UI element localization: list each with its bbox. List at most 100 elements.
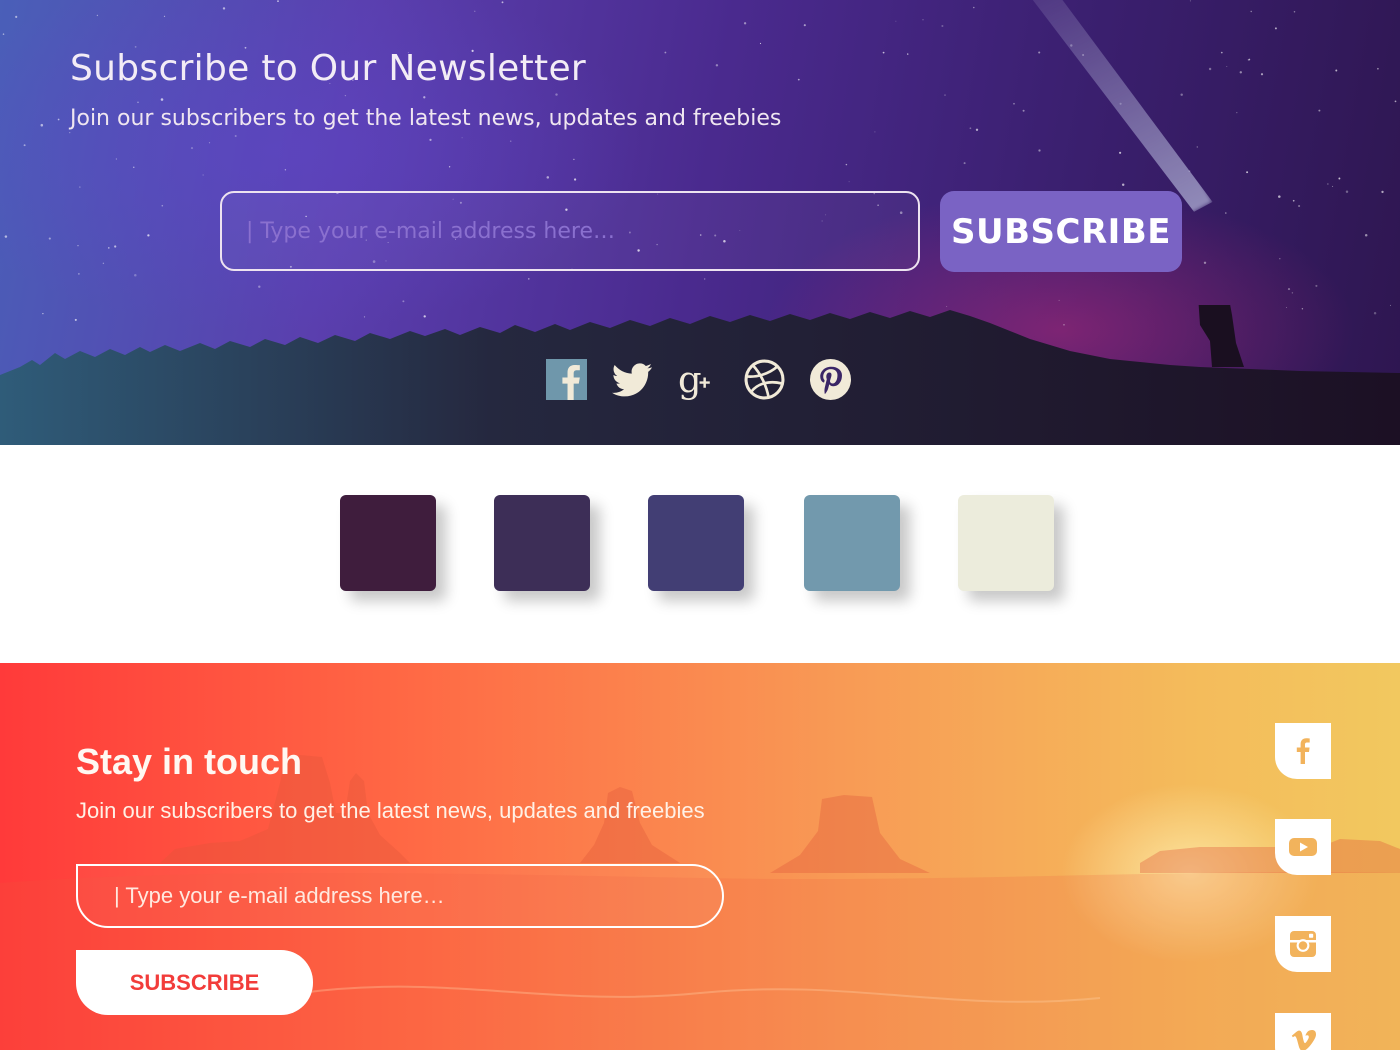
email-input[interactable] (76, 864, 724, 928)
instagram-tile[interactable] (1275, 916, 1331, 972)
star-dot (1338, 177, 1341, 180)
star-dot (1274, 27, 1277, 30)
color-swatch (648, 495, 744, 591)
star-dot (895, 20, 897, 22)
star-dot (1038, 149, 1041, 152)
star-dot (284, 169, 287, 171)
star-dot (1248, 58, 1251, 61)
social-links: g (546, 359, 851, 400)
star-dot (137, 101, 139, 104)
star-dot (1189, 0, 1191, 2)
youtube-tile[interactable] (1275, 819, 1331, 875)
star-dot (474, 10, 476, 12)
star-dot (1345, 190, 1349, 193)
star-dot (114, 245, 117, 248)
star-dot (1058, 299, 1060, 301)
star-dot (546, 176, 550, 179)
star-dot (528, 278, 530, 280)
google-plus-icon[interactable]: g (678, 359, 719, 400)
star-dot (1291, 292, 1294, 294)
star-dot (1225, 212, 1227, 214)
star-dot (147, 234, 150, 237)
star-dot (941, 24, 944, 28)
star-dot (96, 14, 99, 17)
star-dot (1038, 51, 1041, 54)
star-dot (555, 93, 558, 96)
star-dot (1278, 195, 1281, 198)
star-dot (1196, 146, 1199, 148)
star-dot (969, 127, 972, 130)
star-dot (1293, 10, 1296, 13)
subscribe-button[interactable]: SUBSCRIBE (76, 950, 313, 1015)
star-dot (163, 15, 166, 17)
star-dot (573, 158, 575, 161)
email-input[interactable] (220, 191, 920, 271)
facebook-icon[interactable] (546, 359, 587, 400)
star-dot (1246, 171, 1249, 174)
star-dot (715, 64, 719, 67)
instagram-icon (1290, 931, 1316, 957)
star-dot (108, 247, 110, 249)
star-dot (1208, 67, 1212, 71)
star-dot (1327, 183, 1329, 185)
newsletter-night-section: Subscribe to Our Newsletter Join our sub… (0, 0, 1400, 445)
star-dot (1364, 234, 1368, 237)
color-swatch (958, 495, 1054, 591)
star-dot (743, 22, 747, 25)
star-dot (1260, 73, 1264, 76)
color-swatch (494, 495, 590, 591)
star-dot (1332, 185, 1334, 187)
vimeo-icon (1291, 1029, 1316, 1050)
star-dot (1279, 258, 1281, 260)
pinterest-icon[interactable] (810, 359, 851, 400)
star-dot (77, 245, 79, 247)
star-dot (57, 118, 60, 121)
star-dot (40, 123, 44, 127)
star-dot (1119, 151, 1122, 154)
star-dot (461, 137, 463, 139)
star-dot (79, 186, 81, 188)
star-dot (222, 7, 226, 10)
facebook-tile[interactable] (1275, 723, 1331, 779)
star-dot (160, 98, 164, 101)
star-dot (922, 19, 924, 21)
star-dot (664, 51, 667, 54)
twitter-icon[interactable] (612, 359, 653, 400)
stay-in-touch-title: Stay in touch (76, 741, 303, 782)
star-dot (975, 128, 979, 131)
star-dot (102, 262, 105, 265)
star-dot (907, 53, 909, 55)
star-dot (1203, 261, 1207, 264)
star-dot (202, 174, 204, 176)
star-dot (1220, 51, 1223, 54)
star-dot (429, 138, 432, 142)
star-dot (190, 147, 194, 150)
color-swatch (804, 495, 900, 591)
star-dot (1022, 109, 1025, 112)
youtube-icon (1289, 838, 1317, 856)
star-dot (1394, 100, 1397, 103)
star-dot (1180, 93, 1183, 96)
star-dot (69, 132, 71, 134)
subscribe-button[interactable]: SUBSCRIBE (940, 191, 1182, 272)
newsletter-subtitle: Join our subscribers to get the latest n… (76, 798, 705, 823)
star-dot (759, 42, 762, 45)
star-dot (573, 178, 577, 181)
star-dot (1315, 284, 1318, 287)
star-dot (803, 24, 806, 27)
newsletter-subtitle: Join our subscribers to get the latest n… (70, 106, 782, 131)
color-palette (0, 445, 1400, 663)
dribbble-icon[interactable] (744, 359, 785, 400)
star-dot (944, 94, 946, 96)
star-dot (1250, 10, 1252, 13)
star-dot (1236, 111, 1238, 114)
star-dot (115, 158, 118, 160)
star-dot (344, 94, 347, 97)
star-dot (1239, 71, 1242, 74)
vimeo-tile[interactable] (1275, 1013, 1331, 1050)
star-dot (797, 78, 800, 81)
star-dot (509, 140, 512, 142)
star-dot (448, 166, 451, 168)
star-dot (423, 96, 426, 99)
star-dot (134, 273, 137, 277)
